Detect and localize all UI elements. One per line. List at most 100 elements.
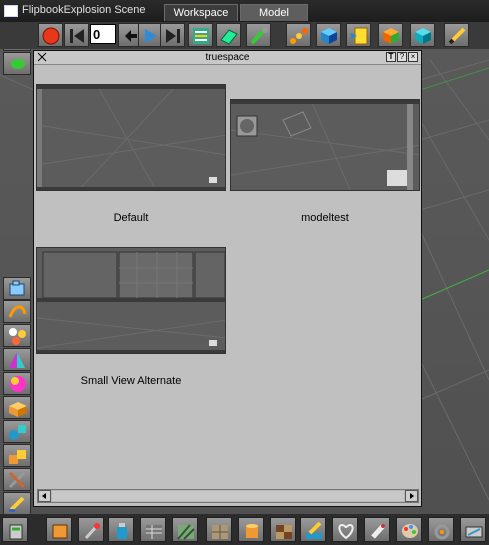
cube-teal-icon <box>415 28 431 44</box>
go-start-button[interactable] <box>64 23 89 47</box>
grid-button[interactable] <box>216 23 241 47</box>
arrow-right-icon <box>410 493 414 499</box>
shapes-icon <box>9 425 26 440</box>
checker-button[interactable] <box>270 517 296 542</box>
paint-button[interactable] <box>3 492 31 515</box>
box-open-icon <box>9 402 27 417</box>
cube-teal-button[interactable] <box>410 23 435 47</box>
record-button[interactable] <box>38 23 63 47</box>
palette-button[interactable] <box>396 517 422 542</box>
recycle-icon <box>9 524 23 540</box>
pin-button[interactable] <box>78 517 104 542</box>
top-toolbar <box>0 22 489 49</box>
tile-icon <box>212 525 228 539</box>
blocks-icon <box>9 450 26 464</box>
play-icon <box>145 29 157 43</box>
ring-icon <box>434 524 450 540</box>
camera-button[interactable] <box>3 277 31 300</box>
panel-help-button[interactable]: ? <box>397 52 407 62</box>
sphere-color-icon <box>10 376 26 392</box>
frame-number-input[interactable] <box>90 24 116 44</box>
lights-icon <box>9 328 26 345</box>
palette-icon <box>402 524 418 538</box>
heart-icon <box>338 523 354 540</box>
cube-orange-icon <box>383 28 399 44</box>
wrench-brush-icon <box>250 27 268 45</box>
heart-button[interactable] <box>332 517 358 542</box>
tools-button[interactable] <box>3 468 31 491</box>
rope-button[interactable] <box>3 300 31 323</box>
layout-label-default[interactable]: Default <box>36 212 226 224</box>
material-button[interactable] <box>3 348 31 371</box>
color-sphere-button[interactable] <box>3 372 31 395</box>
cylinder-icon <box>246 524 258 538</box>
layout-label-modeltest[interactable]: modeltest <box>230 212 420 224</box>
recycle-button[interactable] <box>2 517 28 542</box>
render-icon <box>465 526 483 538</box>
camera-icon <box>9 280 25 296</box>
title-bar: FlipbookExplosion Scene Workspace Model <box>0 0 489 22</box>
texture-button[interactable] <box>140 517 166 542</box>
cube-blue-button[interactable] <box>316 23 341 47</box>
tab-workspace[interactable]: Workspace <box>164 4 238 21</box>
highlight-button[interactable] <box>300 517 326 542</box>
layout-thumbnail-modeltest[interactable] <box>230 99 420 191</box>
shape-green-button[interactable] <box>3 52 31 75</box>
layout-preview-default <box>37 85 225 190</box>
stripe-button[interactable] <box>172 517 198 542</box>
box-open-button[interactable] <box>3 396 31 419</box>
blocks-button[interactable] <box>3 444 31 467</box>
panel-close-button[interactable]: × <box>408 52 418 62</box>
shapes-button[interactable] <box>3 420 31 443</box>
scroll-left-arrow[interactable] <box>38 490 51 502</box>
layout-preview-small-view-alternate <box>37 248 225 353</box>
bottle-button[interactable] <box>364 517 390 542</box>
layout-thumbnail-default[interactable] <box>36 84 226 191</box>
layout-preview-modeltest <box>231 100 419 190</box>
paint-icon <box>9 496 25 512</box>
tile-button[interactable] <box>206 517 232 542</box>
tab-model[interactable]: Model <box>240 4 308 21</box>
cylinder-button[interactable] <box>238 517 264 542</box>
pencil-icon <box>448 27 466 45</box>
panel-title-bar[interactable]: truespace T ? × <box>34 51 421 65</box>
record-icon <box>42 27 60 45</box>
spray-button[interactable] <box>108 517 134 542</box>
cube-yellow-button[interactable] <box>346 23 371 47</box>
left-toolbar: + <box>0 22 34 522</box>
panel-tool-button[interactable]: T <box>386 52 396 62</box>
scroll-right-arrow[interactable] <box>405 490 418 502</box>
box-button[interactable] <box>46 517 72 542</box>
bottle-icon <box>371 524 385 539</box>
lights-button[interactable] <box>3 324 31 347</box>
bottom-toolbar <box>0 514 489 545</box>
go-end-button[interactable] <box>160 23 185 47</box>
material-icon <box>9 352 25 368</box>
render-button[interactable] <box>460 517 486 542</box>
go-start-icon <box>70 29 84 43</box>
texture-icon <box>146 525 162 539</box>
library-icon <box>193 28 209 44</box>
library-button[interactable] <box>188 23 213 47</box>
layout-label-small-view-alternate[interactable]: Small View Alternate <box>36 375 226 387</box>
pin-icon <box>84 523 100 540</box>
grid-icon <box>220 29 238 45</box>
ring-button[interactable] <box>428 517 454 542</box>
layout-gallery: Default modeltest Small View Alternate <box>34 65 421 489</box>
pencil-button[interactable] <box>444 23 469 47</box>
horizontal-scrollbar[interactable] <box>37 489 419 503</box>
go-end-icon <box>166 29 180 43</box>
arrow-left-icon <box>42 493 46 499</box>
scroll-track[interactable] <box>52 491 404 501</box>
stripe-icon <box>177 524 195 540</box>
checker-icon <box>276 525 292 539</box>
layout-thumbnail-small-view-alternate[interactable] <box>36 247 226 354</box>
cube-orange-button[interactable] <box>378 23 403 47</box>
window-title: FlipbookExplosion Scene <box>22 4 146 16</box>
app-icon <box>4 5 18 17</box>
cube-yellow-icon <box>351 27 368 45</box>
path-button[interactable] <box>286 23 311 47</box>
wrench-brush-button[interactable] <box>246 23 271 47</box>
truespace-panel[interactable]: truespace T ? × Default modeltest Small … <box>33 50 422 507</box>
rope-icon <box>8 305 27 318</box>
